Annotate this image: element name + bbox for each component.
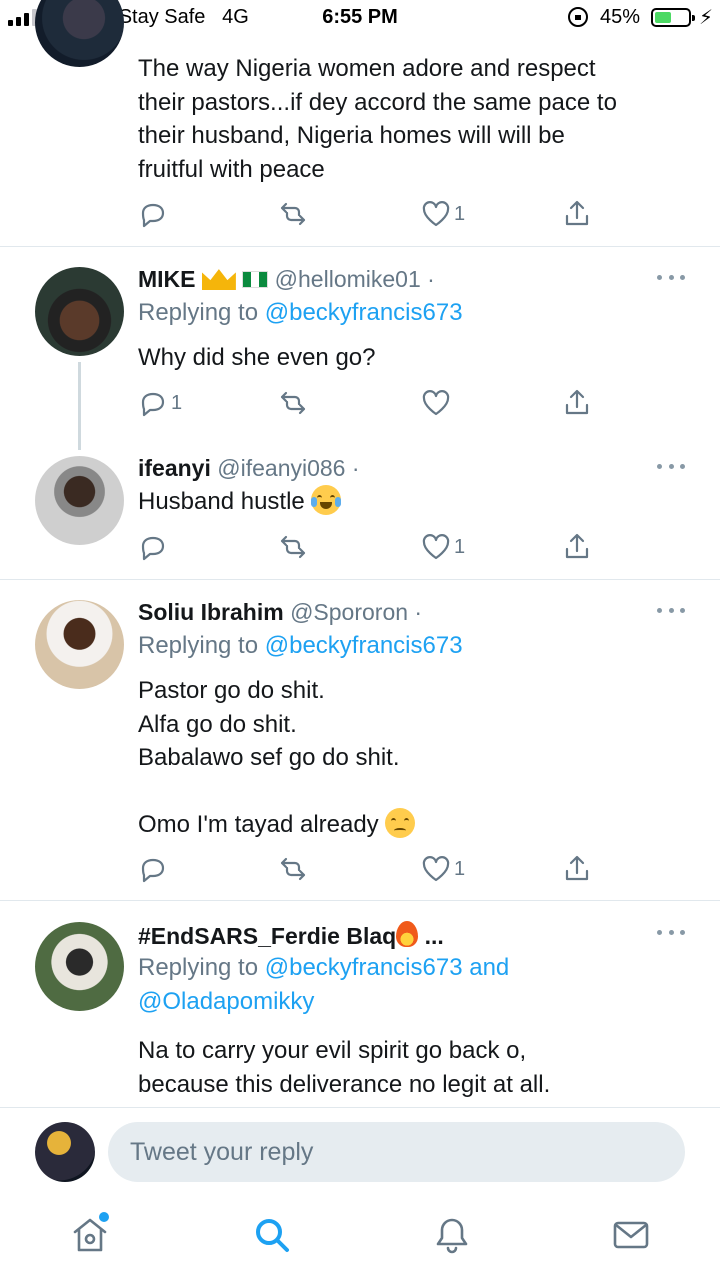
display-name[interactable]: MIKE: [138, 266, 196, 292]
battery-icon: [651, 8, 695, 27]
new-content-dot: [99, 1212, 109, 1222]
reply-count: 1: [171, 391, 183, 414]
tweet-header: #EndSARS_Ferdie Blaq ...: [138, 921, 444, 950]
username[interactable]: @hellomike01 ·: [275, 266, 435, 292]
reply-composer: Tweet your reply: [0, 1107, 720, 1195]
like-button[interactable]: 1: [421, 529, 465, 565]
avatar[interactable]: [35, 600, 124, 689]
charging-icon: ⚡: [699, 7, 714, 29]
divider: [0, 900, 720, 901]
tweet-text: Na to carry your evil spirit go back o, …: [138, 1037, 551, 1098]
share-icon: [565, 533, 589, 559]
retweet-icon: [280, 535, 306, 559]
more-options-icon[interactable]: [657, 275, 685, 281]
reply-button[interactable]: [138, 851, 168, 887]
tweet-header: ifeanyi @ifeanyi086 ·: [138, 455, 360, 482]
mention-link[interactable]: @beckyfrancis673: [265, 299, 463, 326]
tweet-text: Pastor go do shit. Alfa go do shit. Baba…: [138, 674, 416, 842]
notifications-tab[interactable]: [432, 1215, 472, 1255]
avatar[interactable]: [35, 267, 124, 356]
more-options-icon[interactable]: [657, 464, 685, 470]
tweet-header: Soliu Ibrahim @Spororon ·: [138, 599, 422, 626]
retweet-icon: [280, 391, 306, 415]
more-options-icon[interactable]: [657, 930, 685, 936]
share-icon: [565, 855, 589, 881]
divider: [0, 579, 720, 580]
mention-link[interactable]: @beckyfrancis673: [265, 954, 463, 981]
username[interactable]: @Spororon ·: [290, 599, 422, 625]
tweet-actions: 1: [0, 851, 720, 887]
share-button[interactable]: [562, 851, 592, 887]
messages-icon: [613, 1221, 649, 1249]
retweet-button[interactable]: [278, 385, 308, 421]
orientation-lock-icon: [568, 7, 588, 27]
search-icon: [256, 1219, 289, 1252]
tweet-reply-input[interactable]: Tweet your reply: [108, 1122, 685, 1182]
like-button[interactable]: 1: [421, 196, 465, 232]
pensive-face-icon: [385, 808, 416, 838]
heart-icon: [422, 201, 450, 227]
display-name[interactable]: Soliu Ibrahim: [138, 599, 284, 625]
name-truncation: ...: [424, 923, 444, 949]
mention-link[interactable]: @beckyfrancis673: [265, 632, 463, 659]
tears-of-joy-icon: [311, 485, 342, 515]
more-options-icon[interactable]: [657, 608, 685, 614]
replying-to-second: @Oladapomikky: [138, 988, 314, 1016]
reply-button[interactable]: [138, 196, 168, 232]
mention-link[interactable]: @Oladapomikky: [138, 988, 314, 1015]
battery-level-fill: [655, 12, 671, 23]
retweet-button[interactable]: [278, 851, 308, 887]
retweet-button[interactable]: [278, 529, 308, 565]
tweet-actions: 1: [0, 385, 720, 421]
share-button[interactable]: [562, 196, 592, 232]
share-icon: [565, 200, 589, 226]
tweet-text: Why did she even go?: [138, 344, 376, 371]
nigeria-flag-icon: [242, 271, 269, 288]
crown-icon: [201, 269, 236, 290]
heart-icon: [422, 534, 450, 560]
display-name[interactable]: #EndSARS_Ferdie Blaq: [138, 923, 396, 949]
avatar[interactable]: [35, 922, 124, 1011]
share-icon: [565, 389, 589, 415]
my-avatar[interactable]: [35, 1122, 95, 1182]
messages-tab[interactable]: [611, 1215, 651, 1255]
search-tab[interactable]: [252, 1215, 292, 1255]
tweet-actions: 1: [0, 196, 720, 232]
reply-icon: [141, 858, 165, 883]
fire-icon: [396, 921, 419, 947]
heart-icon: [422, 856, 450, 882]
like-count: 1: [454, 202, 466, 225]
replying-to: Replying to @beckyfrancis673: [138, 632, 463, 659]
heart-icon: [422, 390, 450, 416]
battery-percentage: 45%: [600, 6, 641, 28]
like-count: 1: [454, 857, 466, 880]
notifications-icon: [436, 1218, 468, 1254]
tweet-actions: 1: [0, 529, 720, 565]
retweet-icon: [280, 857, 306, 881]
reply-icon: [141, 392, 165, 417]
display-name[interactable]: ifeanyi: [138, 455, 211, 481]
reply-button[interactable]: [138, 529, 168, 565]
divider: [0, 246, 720, 247]
like-count: 1: [454, 535, 466, 558]
retweet-icon: [280, 202, 306, 226]
reply-button[interactable]: 1: [138, 385, 182, 421]
reply-icon: [141, 203, 165, 228]
replying-to: Replying to @beckyfrancis673 and: [138, 954, 510, 981]
like-button[interactable]: [421, 385, 451, 421]
bottom-tab-bar: [0, 1195, 720, 1280]
username[interactable]: @ifeanyi086 ·: [217, 455, 359, 481]
reply-icon: [141, 536, 165, 561]
avatar[interactable]: [35, 0, 124, 67]
share-button[interactable]: [562, 529, 592, 565]
tweet-text: Husband hustle: [138, 485, 342, 519]
retweet-button[interactable]: [278, 196, 308, 232]
tweet-header: MIKE @hellomike01 ·: [138, 266, 435, 293]
tweet-text: The way Nigeria women adore and respect …: [138, 55, 617, 183]
share-button[interactable]: [562, 385, 592, 421]
like-button[interactable]: 1: [421, 851, 465, 887]
replying-to: Replying to @beckyfrancis673: [138, 299, 463, 326]
